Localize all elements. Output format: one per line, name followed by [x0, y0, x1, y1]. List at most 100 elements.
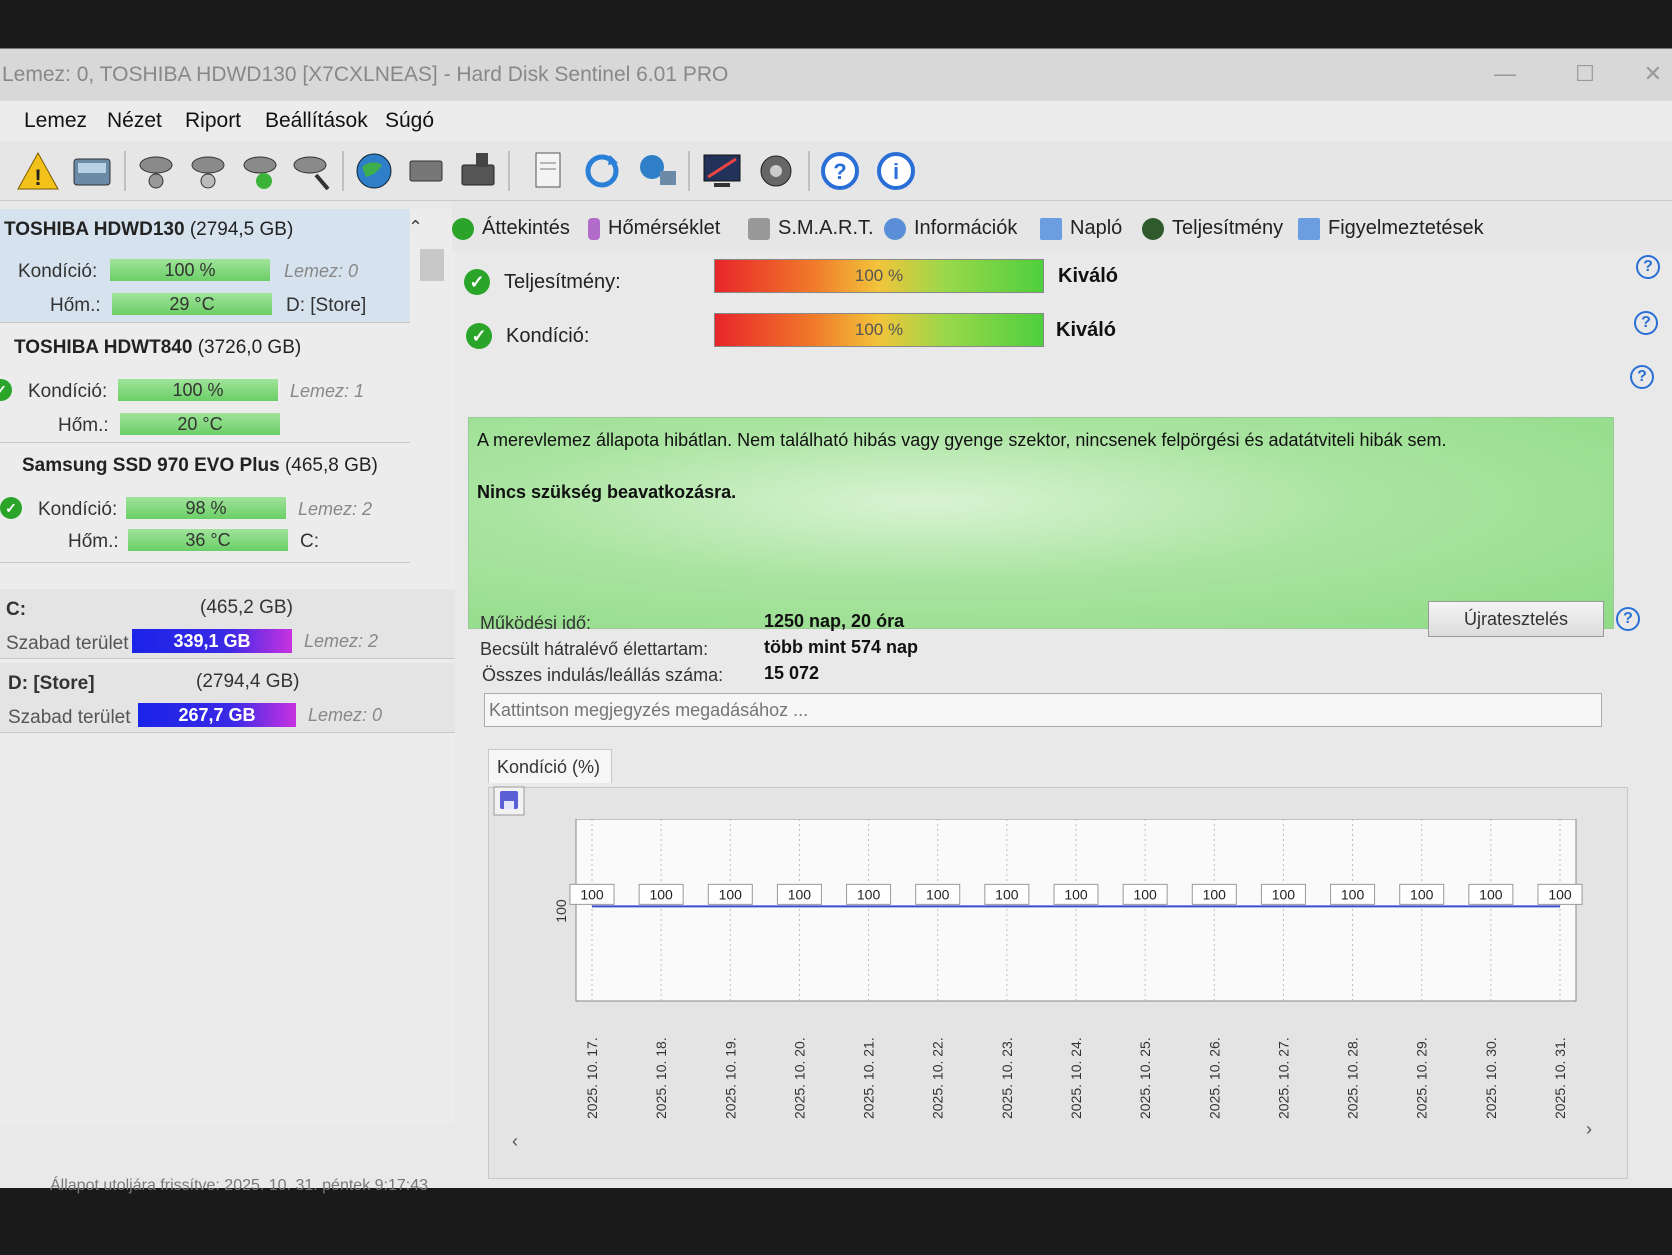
chart-scroll-right-icon[interactable]: ›	[1586, 1119, 1592, 1140]
volume-card-c[interactable]: C: (465,2 GB) Szabad terület 339,1 GB Le…	[0, 589, 455, 659]
temp-label: Hőm.:	[58, 415, 109, 436]
free-space-bar: 339,1 GB	[132, 629, 292, 653]
data-label: 100	[1122, 883, 1168, 905]
disk-search-icon[interactable]	[290, 149, 334, 193]
x-tick-label: 2025. 10. 29.	[1414, 1037, 1430, 1119]
tab-label: Áttekintés	[482, 217, 570, 239]
temp-bar: 36 °C	[128, 529, 288, 551]
performance-rating: Kiváló	[1058, 265, 1119, 287]
scrollbar-thumb[interactable]	[420, 249, 444, 281]
drive-letter: C:	[300, 531, 319, 552]
x-tick-label: 2025. 10. 30.	[1483, 1037, 1499, 1119]
tab-label: Hőmérséklet	[608, 217, 721, 239]
globe-icon[interactable]	[352, 149, 396, 193]
toolbar: ! ? i	[0, 141, 1672, 201]
x-tick-label: 2025. 10. 21.	[861, 1037, 877, 1119]
svg-text:!: !	[34, 165, 41, 190]
note-input[interactable]	[484, 693, 1602, 727]
minimize-icon[interactable]: —	[1490, 59, 1520, 89]
performance-label: Teljesítmény:	[504, 271, 621, 293]
status-message: A merevlemez állapota hibátlan. Nem talá…	[477, 430, 1447, 450]
chart-tab[interactable]: Kondíció (%)	[488, 749, 612, 783]
volume-card-d[interactable]: D: [Store] (2794,4 GB) Szabad terület 26…	[0, 663, 455, 733]
tab-smart[interactable]: S.M.A.R.T.	[748, 217, 874, 240]
data-label: 100	[776, 883, 822, 905]
toolbar-separator	[808, 151, 810, 191]
x-tick-label: 2025. 10. 22.	[930, 1037, 946, 1119]
data-label-text: 100	[719, 886, 743, 902]
status-bar: Állapot utoljára frissítve: 2025. 10. 31…	[50, 1177, 429, 1194]
disk-size: (2794,5 GB)	[189, 219, 294, 240]
startstop-label: Összes indulás/leállás száma:	[482, 665, 724, 685]
disk-report-icon[interactable]	[456, 149, 500, 193]
help-icon[interactable]: ?	[1616, 607, 1640, 631]
disk-name: TOSHIBA HDWT840	[14, 337, 193, 358]
menu-nezet[interactable]: Nézet	[107, 109, 162, 133]
disk-info-icon[interactable]	[404, 149, 448, 193]
alerts-icon	[1298, 217, 1320, 240]
ok-check-icon: ✓	[464, 269, 490, 295]
network-icon[interactable]	[636, 149, 680, 193]
disk-check-icon[interactable]	[238, 149, 282, 193]
disk-test-icon[interactable]	[186, 149, 230, 193]
uptime-value: 1250 nap, 20 óra	[764, 611, 905, 631]
scroll-up-icon[interactable]: ⌃	[408, 217, 423, 238]
tab-overview[interactable]: Áttekintés	[452, 217, 570, 240]
help-icon[interactable]: ?	[1630, 365, 1654, 389]
tab-temperature[interactable]: Hőmérséklet	[588, 217, 720, 240]
tab-log[interactable]: Napló	[1040, 217, 1122, 240]
disk-surface-test-icon[interactable]	[134, 149, 178, 193]
help-icon[interactable]: ?	[1636, 255, 1660, 279]
tab-label: Napló	[1070, 217, 1123, 239]
data-label: 100	[1468, 883, 1514, 905]
data-label-text: 100	[926, 886, 950, 902]
temp-bar: 29 °C	[112, 293, 272, 315]
document-icon[interactable]	[526, 149, 570, 193]
tab-bar: Áttekintés Hőmérséklet S.M.A.R.T. Inform…	[452, 201, 1672, 251]
free-space-bar: 267,7 GB	[138, 703, 296, 727]
data-label: 100	[1537, 883, 1583, 905]
help-icon[interactable]: ?	[1634, 311, 1658, 335]
menu-riport[interactable]: Riport	[185, 109, 241, 133]
health-bar: 98 %	[126, 497, 286, 519]
save-icon[interactable]	[492, 785, 526, 817]
data-label: 100	[846, 883, 892, 905]
data-label: 100	[707, 883, 753, 905]
warning-icon[interactable]: !	[16, 149, 60, 193]
tab-alerts[interactable]: Figyelmeztetések	[1298, 217, 1484, 240]
menu-lemez[interactable]: Lemez	[24, 109, 87, 133]
tab-label: S.M.A.R.T.	[778, 217, 874, 239]
tab-information[interactable]: Információk	[884, 217, 1017, 240]
tab-performance[interactable]: Teljesítmény	[1142, 217, 1283, 240]
maximize-icon[interactable]: ☐	[1570, 59, 1600, 89]
retest-button[interactable]: Újratesztelés	[1428, 601, 1604, 637]
menu-beallitasok[interactable]: Beállítások	[265, 109, 368, 133]
menu-sugo[interactable]: Súgó	[385, 109, 434, 133]
health-label: Kondíció:	[38, 499, 118, 520]
health-history-chart: 100 2025. 10. 17. 2025. 10. 18. 2025. 10. …	[553, 819, 1583, 1119]
disk-card-2[interactable]: Samsung SSD 970 EVO Plus (465,8 GB) ✓ Ko…	[0, 445, 410, 563]
window-title: Lemez: 0, TOSHIBA HDWD130 [X7CXLNEAS] - …	[2, 63, 729, 86]
tab-label: Információk	[914, 217, 1018, 239]
temp-label: Hőm.:	[68, 531, 119, 552]
data-label-text: 100	[788, 886, 812, 902]
refresh-icon[interactable]	[580, 149, 624, 193]
monitor-icon[interactable]	[700, 149, 744, 193]
ok-check-icon: ✓	[0, 497, 22, 519]
disk-title: Samsung SSD 970 EVO Plus (465,8 GB)	[22, 455, 378, 477]
data-label: 100	[1053, 883, 1099, 905]
toolbar-separator	[688, 151, 690, 191]
help-icon[interactable]: ?	[818, 149, 862, 193]
disk-icon	[748, 217, 770, 240]
thermometer-icon	[588, 217, 600, 240]
settings-icon[interactable]	[754, 149, 798, 193]
disk-list-panel: TOSHIBA HDWD130 (2794,5 GB) Kondíció: 10…	[0, 209, 455, 1124]
close-icon[interactable]: ✕	[1638, 59, 1668, 89]
disk-card-0[interactable]: TOSHIBA HDWD130 (2794,5 GB) Kondíció: 10…	[0, 209, 410, 323]
about-icon[interactable]: i	[874, 149, 918, 193]
data-label-text: 100	[1064, 886, 1088, 902]
disk-card-1[interactable]: TOSHIBA HDWT840 (3726,0 GB) ✓ Kondíció: …	[0, 327, 410, 443]
chart-scroll-left-icon[interactable]: ‹	[512, 1131, 518, 1152]
health-rating: Kiváló	[1056, 319, 1117, 341]
disk-overview-icon[interactable]	[70, 149, 114, 193]
